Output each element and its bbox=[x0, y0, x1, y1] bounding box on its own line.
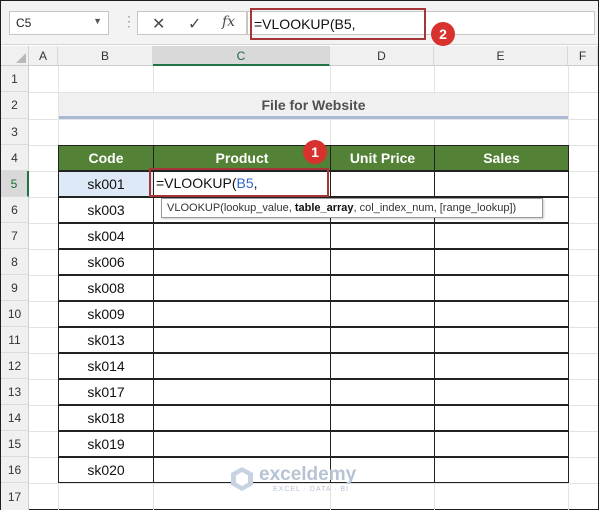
row-header-14[interactable]: 14 bbox=[1, 405, 29, 431]
cell-highlight-box bbox=[149, 168, 329, 197]
column-header-c[interactable]: C bbox=[153, 46, 330, 66]
sales-cell[interactable] bbox=[434, 249, 569, 275]
code-cell[interactable]: sk019 bbox=[58, 431, 154, 457]
row-header-3[interactable]: 3 bbox=[1, 119, 29, 145]
code-cell[interactable]: sk009 bbox=[58, 301, 154, 327]
header-code: Code bbox=[58, 145, 154, 171]
row-header-12[interactable]: 12 bbox=[1, 353, 29, 379]
unit-price-cell[interactable] bbox=[330, 353, 435, 379]
formula-controls: ✕ ✓ fx bbox=[137, 11, 247, 35]
formula-bar: C5 ▼ ⋮ ✕ ✓ fx =VLOOKUP(B5, 2 bbox=[1, 1, 598, 46]
code-cell[interactable]: sk006 bbox=[58, 249, 154, 275]
cancel-icon[interactable]: ✕ bbox=[152, 14, 165, 34]
code-cell[interactable]: sk003 bbox=[58, 197, 154, 223]
sales-cell[interactable] bbox=[434, 379, 569, 405]
select-all-corner[interactable] bbox=[1, 46, 29, 66]
code-cell[interactable]: sk004 bbox=[58, 223, 154, 249]
product-cell[interactable] bbox=[153, 327, 331, 353]
row-header-6[interactable]: 6 bbox=[1, 197, 29, 223]
tooltip-function: VLOOKUP( bbox=[167, 202, 224, 214]
sales-cell[interactable] bbox=[434, 431, 569, 457]
product-cell[interactable] bbox=[153, 301, 331, 327]
row-header-5[interactable]: 5 bbox=[1, 171, 29, 197]
code-cell[interactable]: sk008 bbox=[58, 275, 154, 301]
row-header-15[interactable]: 15 bbox=[1, 431, 29, 457]
sales-cell[interactable] bbox=[434, 223, 569, 249]
product-cell[interactable] bbox=[153, 249, 331, 275]
sales-cell[interactable] bbox=[434, 327, 569, 353]
product-cell[interactable] bbox=[153, 431, 331, 457]
unit-price-cell[interactable] bbox=[330, 249, 435, 275]
row-header-11[interactable]: 11 bbox=[1, 327, 29, 353]
unit-price-cell[interactable] bbox=[330, 405, 435, 431]
header-unit-price: Unit Price bbox=[330, 145, 435, 171]
code-cell[interactable]: sk018 bbox=[58, 405, 154, 431]
row-header-2[interactable]: 2 bbox=[1, 92, 29, 119]
insert-function-icon[interactable]: fx bbox=[222, 14, 235, 30]
code-cell[interactable]: sk017 bbox=[58, 379, 154, 405]
excel-window: C5 ▼ ⋮ ✕ ✓ fx =VLOOKUP(B5, 2 A B C D E F… bbox=[0, 0, 599, 510]
formula-highlight-box bbox=[250, 8, 426, 40]
row-header-8[interactable]: 8 bbox=[1, 249, 29, 275]
tooltip-remaining-args: , col_index_num, [range_lookup]) bbox=[353, 202, 517, 214]
unit-price-cell[interactable] bbox=[330, 379, 435, 405]
product-cell[interactable] bbox=[153, 223, 331, 249]
row-header-13[interactable]: 13 bbox=[1, 379, 29, 405]
column-header-a[interactable]: A bbox=[29, 46, 58, 66]
column-header-b[interactable]: B bbox=[58, 46, 153, 66]
name-box-value: C5 bbox=[16, 16, 32, 30]
row-header-17[interactable]: 17 bbox=[1, 483, 29, 510]
product-cell[interactable] bbox=[153, 405, 331, 431]
name-box[interactable]: C5 ▼ bbox=[9, 11, 109, 35]
unit-price-cell[interactable] bbox=[330, 171, 435, 197]
sheet-title: File for Website bbox=[59, 93, 568, 119]
sales-cell[interactable] bbox=[434, 171, 569, 197]
row-header-16[interactable]: 16 bbox=[1, 457, 29, 483]
sales-cell[interactable] bbox=[434, 353, 569, 379]
code-cell[interactable]: sk001 bbox=[58, 171, 154, 197]
chevron-down-icon[interactable]: ▼ bbox=[93, 16, 102, 26]
row-header-7[interactable]: 7 bbox=[1, 223, 29, 249]
row-header-10[interactable]: 10 bbox=[1, 301, 29, 327]
row-header-1[interactable]: 1 bbox=[1, 66, 29, 92]
enter-check-icon[interactable]: ✓ bbox=[188, 14, 201, 34]
unit-price-cell[interactable] bbox=[330, 327, 435, 353]
watermark-tagline: EXCEL · DATA · BI bbox=[273, 486, 349, 493]
step-badge-1: 1 bbox=[303, 140, 327, 164]
exceldemy-logo-icon bbox=[231, 467, 253, 491]
product-cell[interactable] bbox=[153, 379, 331, 405]
column-header-d[interactable]: D bbox=[330, 46, 434, 66]
function-tooltip[interactable]: VLOOKUP(lookup_value, table_array, col_i… bbox=[161, 198, 543, 218]
step-badge-2: 2 bbox=[431, 22, 455, 46]
code-cell[interactable]: sk014 bbox=[58, 353, 154, 379]
row-header-4[interactable]: 4 bbox=[1, 145, 29, 171]
tooltip-arg-lookup-value[interactable]: lookup_value, bbox=[224, 202, 295, 214]
tooltip-arg-table-array[interactable]: table_array bbox=[295, 202, 354, 214]
column-header-f[interactable]: F bbox=[568, 46, 598, 66]
unit-price-cell[interactable] bbox=[330, 431, 435, 457]
row-header-9[interactable]: 9 bbox=[1, 275, 29, 301]
sales-cell[interactable] bbox=[434, 457, 569, 483]
watermark-name: exceldemy bbox=[259, 464, 357, 485]
sales-cell[interactable] bbox=[434, 275, 569, 301]
formula-bar-grip-icon[interactable]: ⋮ bbox=[122, 13, 136, 30]
unit-price-cell[interactable] bbox=[330, 223, 435, 249]
unit-price-cell[interactable] bbox=[330, 275, 435, 301]
header-sales: Sales bbox=[434, 145, 569, 171]
column-header-e[interactable]: E bbox=[434, 46, 568, 66]
code-cell[interactable]: sk020 bbox=[58, 457, 154, 483]
sales-cell[interactable] bbox=[434, 405, 569, 431]
code-cell[interactable]: sk013 bbox=[58, 327, 154, 353]
product-cell[interactable] bbox=[153, 275, 331, 301]
gridline bbox=[29, 119, 598, 120]
product-cell[interactable] bbox=[153, 353, 331, 379]
unit-price-cell[interactable] bbox=[330, 301, 435, 327]
sales-cell[interactable] bbox=[434, 301, 569, 327]
